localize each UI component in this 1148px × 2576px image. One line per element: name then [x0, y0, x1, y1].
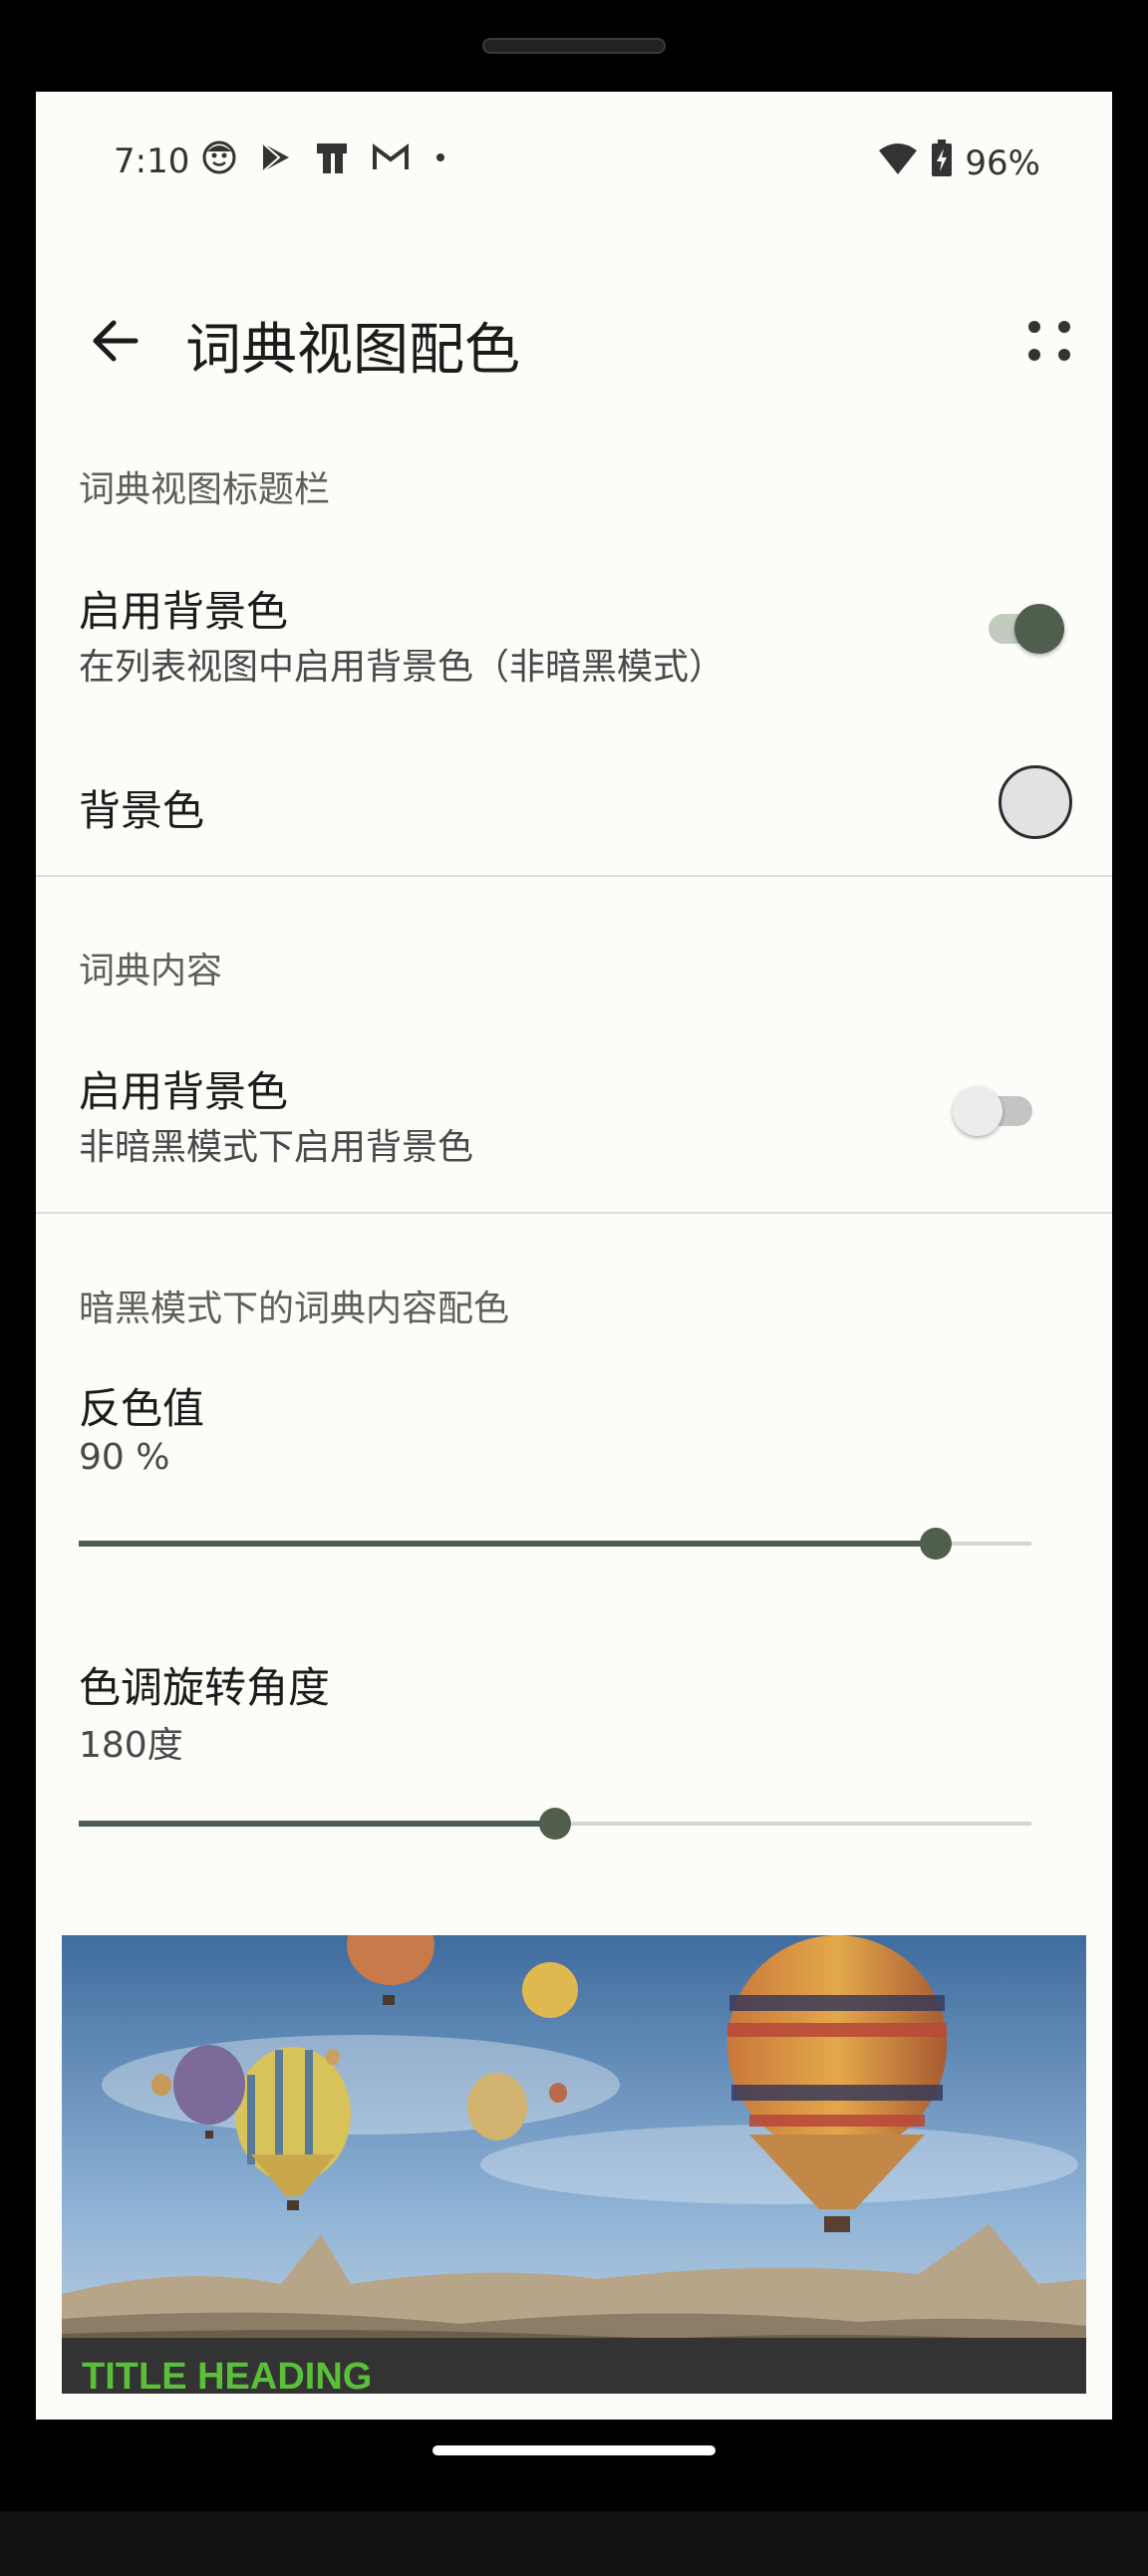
back-button[interactable] [84, 309, 147, 373]
wifi-icon [877, 141, 919, 185]
content-enable-bg-switch[interactable] [953, 1080, 1042, 1140]
bg-color-title: 背景色 [79, 786, 205, 835]
invert-title: 反色值 [79, 1384, 205, 1433]
notification-icons [201, 140, 450, 179]
invert-value: 90 % [79, 1437, 170, 1478]
bg-color-swatch[interactable] [999, 765, 1072, 839]
slider-fill [79, 1541, 936, 1547]
more-dots-icon [1028, 321, 1070, 361]
phone-bezel-bottom [0, 2511, 1148, 2576]
gmail-icon [371, 140, 411, 179]
slider-knob[interactable] [539, 1808, 571, 1840]
battery-percent: 96% [965, 143, 1040, 183]
preview-card: TITLE HEADING [62, 1935, 1086, 2394]
enable-bg-summary: 在列表视图中启用背景色（非暗黑模式） [79, 647, 725, 688]
enable-bg-switch[interactable] [979, 598, 1068, 658]
content-enable-bg-title: 启用背景色 [79, 1067, 289, 1116]
arrow-back-icon [93, 320, 139, 362]
status-bar: 7:10 96% [36, 92, 1112, 231]
play-store-icon [257, 140, 293, 179]
switch-thumb [953, 1086, 1003, 1136]
hue-slider[interactable] [79, 1804, 1031, 1844]
slider-knob[interactable] [920, 1528, 952, 1560]
hue-title: 色调旋转角度 [79, 1663, 331, 1712]
system-status: 96% [877, 140, 1040, 186]
device-icon [313, 140, 351, 179]
gesture-nav-bar[interactable] [432, 2445, 716, 2455]
app-bar: 词典视图配色 [36, 279, 1112, 409]
balloons-image [62, 1935, 1086, 2394]
invert-slider[interactable] [79, 1524, 1031, 1564]
divider [36, 875, 1112, 877]
switch-thumb [1014, 604, 1064, 654]
section-header-dark-mode: 暗黑模式下的词典内容配色 [79, 1288, 510, 1329]
divider [36, 1212, 1112, 1214]
battery-charging-icon [931, 140, 953, 186]
app-screen: 7:10 96% 词典视图配色 词典视图标题栏 启用背景色 在列表视图中启用背景… [36, 92, 1112, 2420]
enable-bg-title: 启用背景色 [79, 587, 289, 636]
slider-fill [79, 1821, 555, 1827]
dot-icon [430, 140, 450, 179]
preview-title-bar: TITLE HEADING [62, 2338, 1086, 2394]
phone-speaker [482, 38, 666, 54]
hue-value: 180度 [79, 1725, 183, 1766]
preview-title: TITLE HEADING [82, 2356, 373, 2394]
status-time: 7:10 [114, 142, 190, 181]
content-enable-bg-summary: 非暗黑模式下启用背景色 [79, 1127, 474, 1168]
more-options-button[interactable] [1018, 309, 1082, 373]
section-header-title-bar: 词典视图标题栏 [79, 469, 331, 510]
face-icon [201, 140, 237, 179]
page-title: 词典视图配色 [185, 318, 520, 383]
section-header-content: 词典内容 [79, 951, 223, 992]
